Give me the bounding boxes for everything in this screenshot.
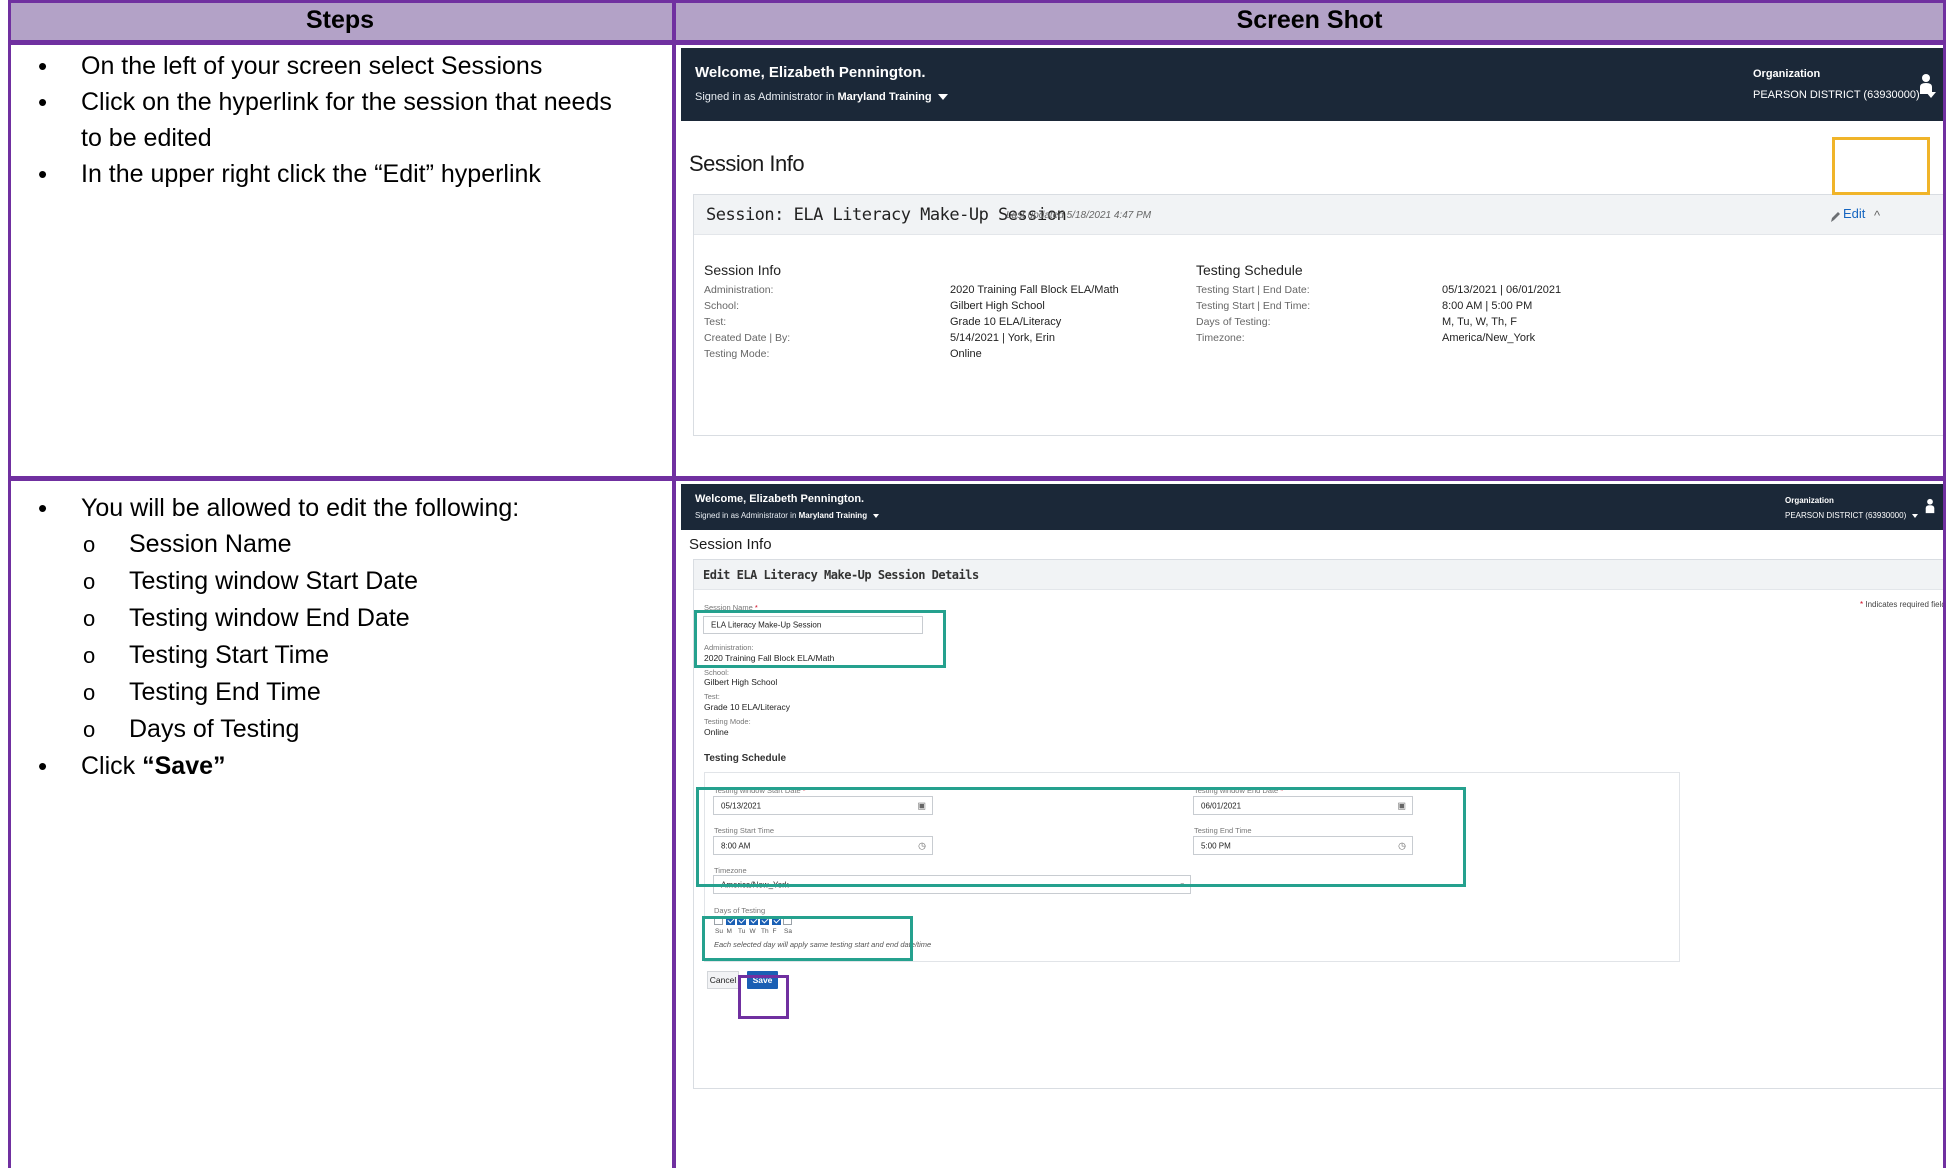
step-item: In the upper right click the “Edit” hype… [26,156,612,192]
edit-highlight-box [1832,137,1930,195]
dropdown-caret-icon [1912,513,1919,518]
dates-times-highlight [696,787,1466,887]
org-context-dropdown[interactable]: Maryland Training [837,91,931,103]
signed-in-text: Signed in as Administrator in Maryland T… [695,511,880,520]
table-header-row: Steps Screen Shot [8,0,1946,40]
info-key: Administration: [704,284,774,296]
org-context-dropdown[interactable]: Maryland Training [799,511,867,520]
org-selector[interactable]: PEARSON DISTRICT (63930000) [1785,511,1919,520]
session-name-highlight [694,610,946,668]
sub-item: Testing window End Date [26,600,519,637]
mode-value: Online [704,727,729,737]
school-value: Gilbert High School [704,677,778,687]
org-value: PEARSON DISTRICT (63930000) [1785,511,1907,520]
session-card-header: Session: ELA Literacy Make-Up Session La… [694,195,1943,235]
user-icon[interactable] [1925,498,1935,514]
required-note: * Indicates required field [1860,600,1943,609]
screenshot-edit-session: Welcome, Elizabeth Pennington. Signed in… [681,484,1943,1168]
org-value: PEARSON DISTRICT (63930000) [1753,89,1920,101]
signed-in-text: Signed in as Administrator in Maryland T… [695,91,948,103]
save-emphasis: “Save” [142,752,226,780]
sub-item: Testing window Start Date [26,563,519,600]
org-label: Organization [1785,496,1834,505]
save-highlight [738,975,789,1019]
welcome-text: Welcome, Elizabeth Pennington. [695,493,865,505]
mode-label: Testing Mode: [704,717,751,726]
schedule-heading: Testing Schedule [704,753,787,764]
cancel-button[interactable]: Cancel [707,971,739,989]
table-header-divider [8,40,1946,45]
app-navbar: Welcome, Elizabeth Pennington. Signed in… [681,48,1943,121]
signed-in-prefix: Signed in as Administrator in [695,91,835,103]
schedule-value: 05/13/2021 | 06/01/2021 [1442,284,1562,296]
schedule-key: Timezone: [1196,332,1245,344]
step-item: On the left of your screen select Sessio… [26,48,612,84]
screenshot-session-info: Welcome, Elizabeth Pennington. Signed in… [681,48,1943,474]
step-item-continuation: to be edited [81,124,212,152]
info-key: Testing Mode: [704,348,770,360]
days-label: Days of Testing [714,906,766,915]
steps-column-header: Steps [305,6,375,34]
test-value: Grade 10 ELA/Literacy [704,702,790,712]
welcome-text: Welcome, Elizabeth Pennington. [695,64,926,81]
info-heading: Session Info [704,262,782,278]
schedule-key: Testing Start | End Time: [1196,300,1311,312]
page-title: Session Info [689,536,772,553]
last-updated: Last updated 5/18/2021 4:47 PM [1006,210,1152,221]
sub-item: Testing Start Time [26,637,519,674]
signed-in-prefix: Signed in as Administrator in [695,511,797,520]
schedule-heading: Testing Schedule [1196,262,1303,278]
dropdown-caret-icon [937,94,948,101]
org-label: Organization [1753,68,1821,80]
info-value: Gilbert High School [950,300,1045,312]
row1-steps-list: On the left of your screen select Sessio… [26,48,612,192]
instruction-table: Steps Screen Shot document.querySelector… [8,0,1946,1168]
schedule-key: Days of Testing: [1196,316,1271,328]
school-label: School: [704,668,730,677]
info-key: School: [704,300,740,312]
info-value: 2020 Training Fall Block ELA/Math [950,284,1119,296]
test-label: Test: [704,692,720,701]
click-prefix: Click [81,752,143,780]
dropdown-caret-icon [873,513,880,518]
edit-link[interactable]: Edit [1843,206,1865,221]
table-border-left [8,0,11,1168]
chevron-up-icon[interactable]: ^ [1874,208,1880,223]
schedule-value: 8:00 AM | 5:00 PM [1442,300,1533,312]
days-highlight [702,916,913,961]
step-item-save: Click “Save” [26,748,519,784]
info-value: Online [950,348,982,360]
info-key: Created Date | By: [704,332,791,344]
sub-item: Session Name [26,526,519,563]
step-item: You will be allowed to edit the followin… [26,490,519,526]
edit-title: Edit ELA Literacy Make-Up Session Detail… [703,568,979,582]
org-selector[interactable]: PEARSON DISTRICT (63930000) [1753,89,1936,101]
table-border-top [8,0,1946,3]
sub-item: Days of Testing [26,711,519,748]
page-title: Session Info [689,151,805,176]
session-card: Session: ELA Literacy Make-Up Session La… [693,194,1943,436]
schedule-value: M, Tu, W, Th, F [1442,316,1517,328]
info-value: 5/14/2021 | York, Erin [950,332,1055,344]
info-key: Test: [704,316,727,328]
pencil-icon[interactable] [1829,210,1841,224]
user-icon[interactable] [1919,73,1933,95]
app-navbar: Welcome, Elizabeth Pennington. Signed in… [681,484,1943,530]
sub-item: Testing End Time [26,674,519,711]
schedule-key: Testing Start | End Date: [1196,284,1310,296]
row2-steps-list: You will be allowed to edit the followin… [26,490,519,784]
screenshot-column-header: Screen Shot [1236,6,1383,34]
edit-card-header: Edit ELA Literacy Make-Up Session Detail… [694,560,1943,590]
schedule-value: America/New_York [1442,332,1536,344]
step-item: Click on the hyperlink for the session t… [26,84,612,120]
table-row-divider [8,476,1946,481]
table-column-divider [672,0,676,1168]
info-value: Grade 10 ELA/Literacy [950,316,1062,328]
